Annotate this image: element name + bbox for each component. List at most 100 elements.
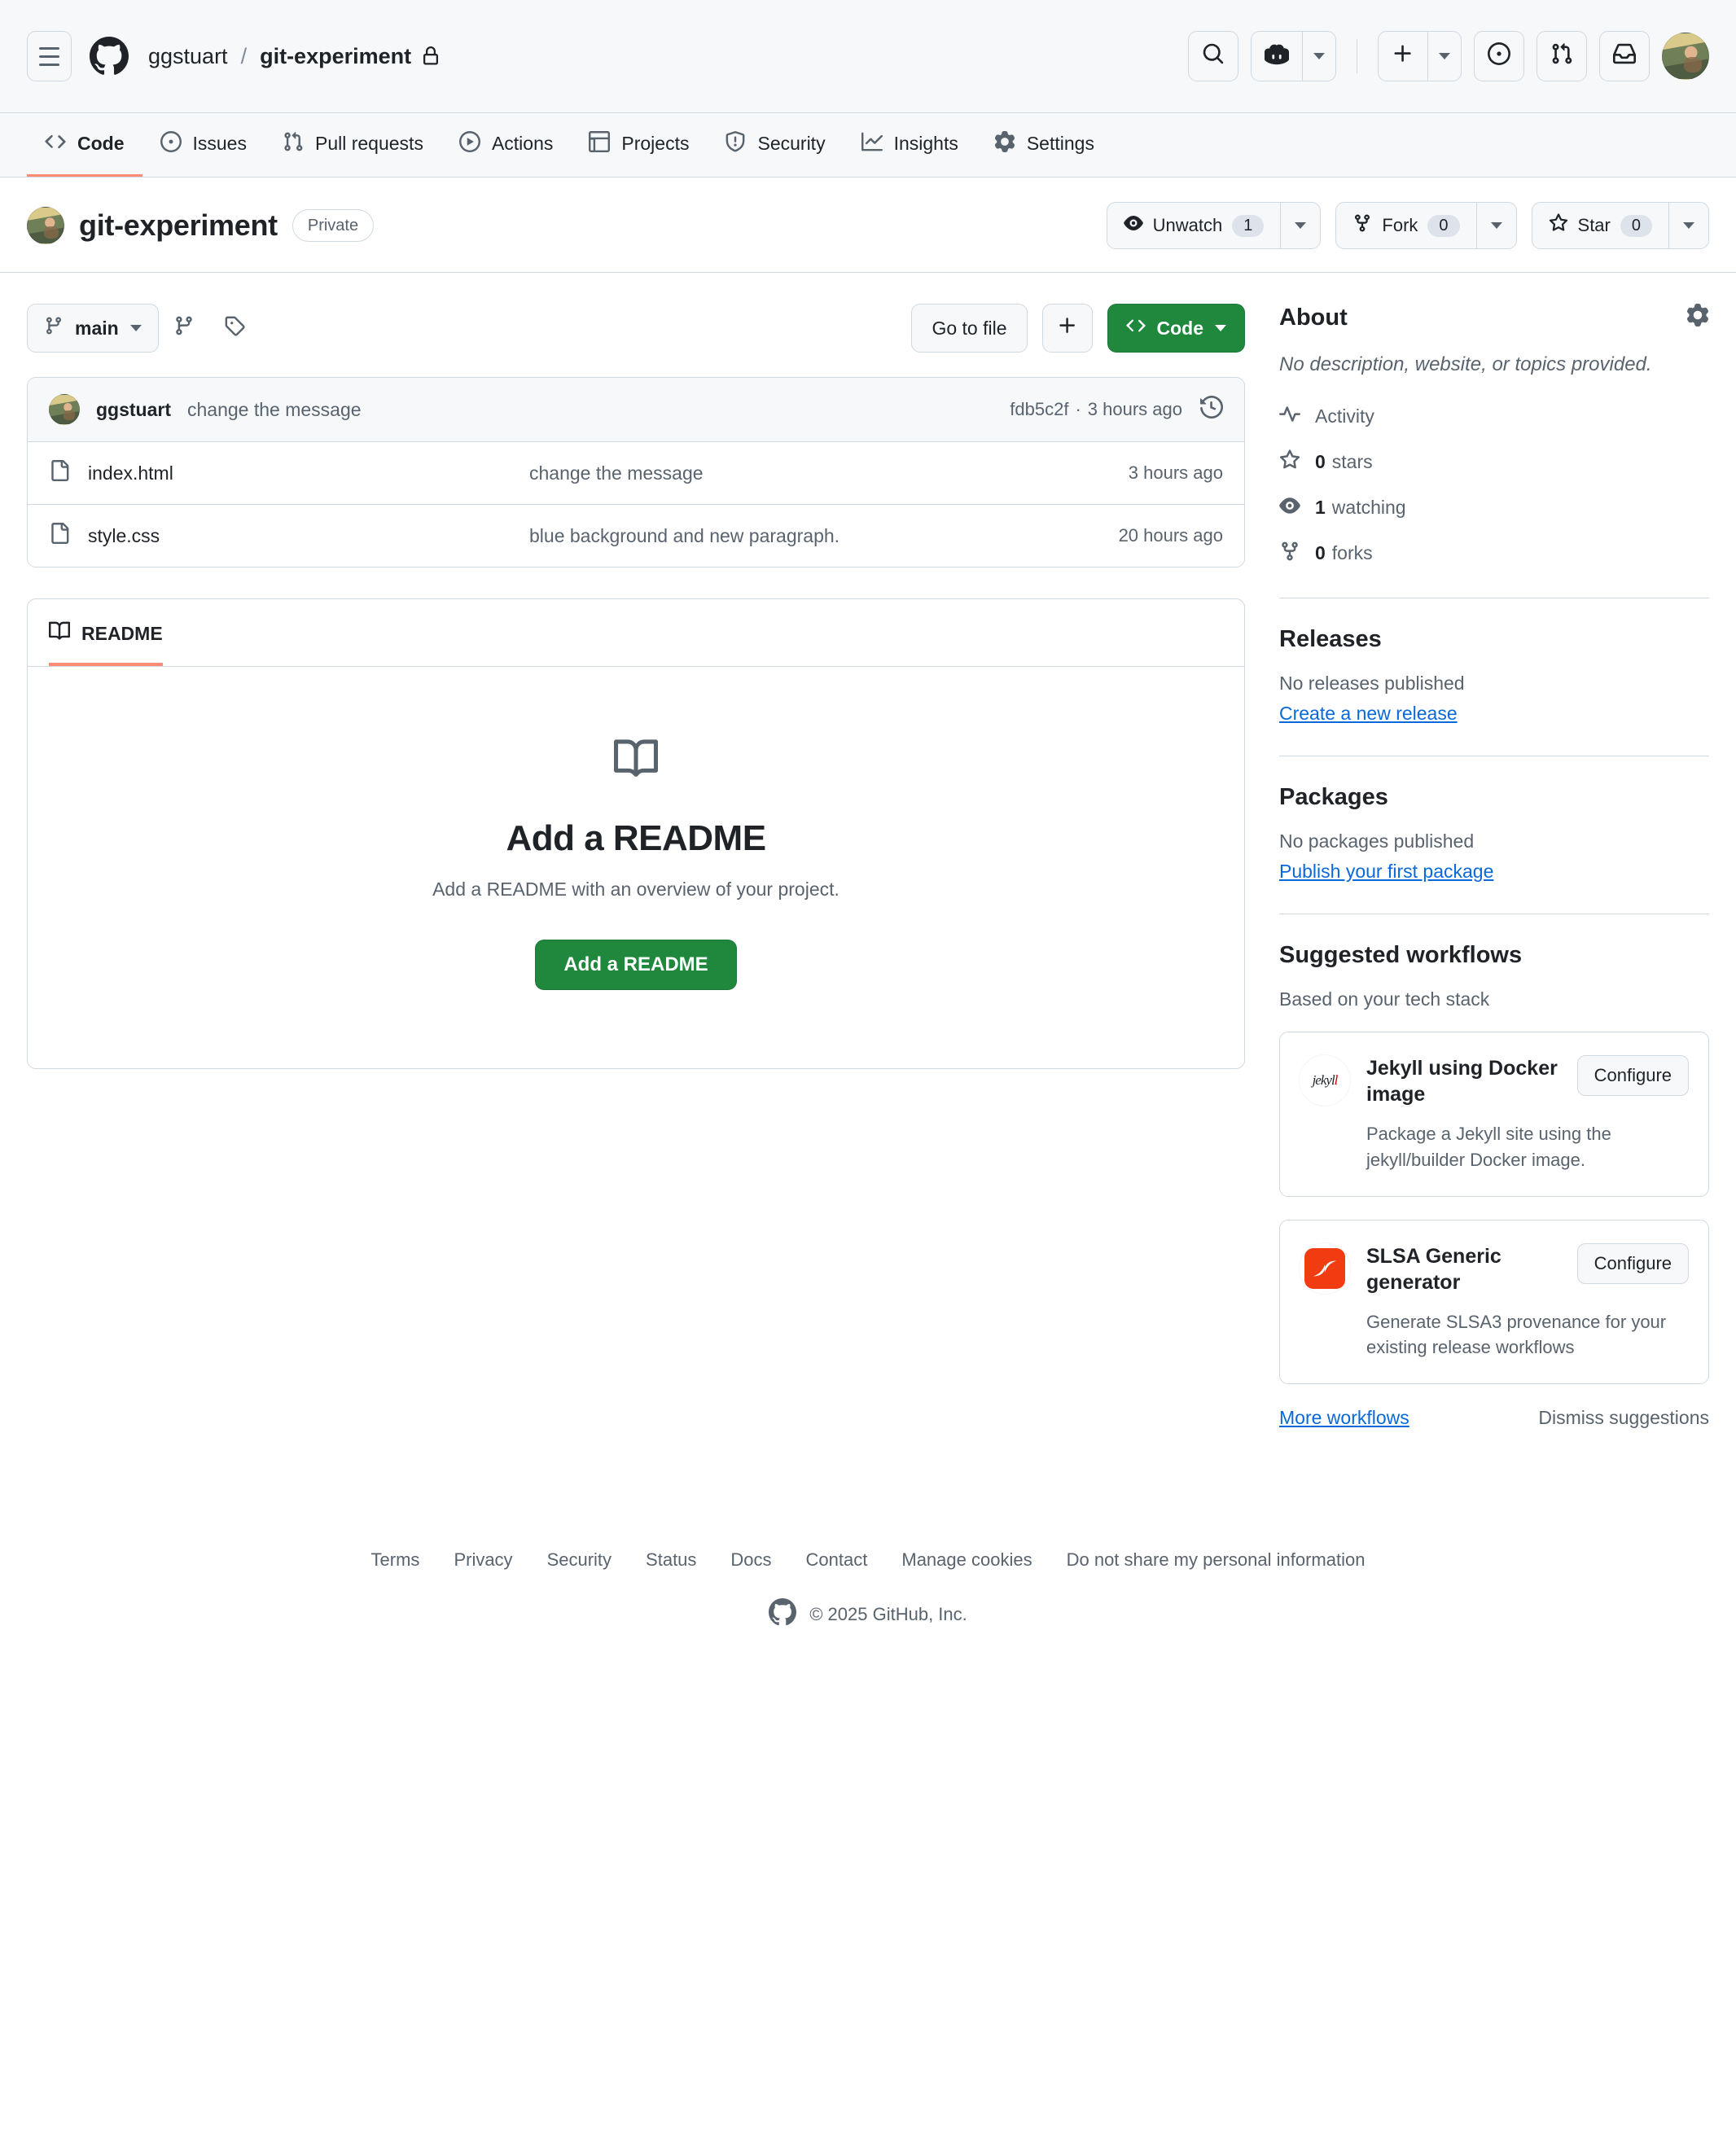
configure-button[interactable]: Configure xyxy=(1576,1242,1689,1284)
stars-link[interactable]: 0 stars xyxy=(1279,449,1709,475)
footer-link-docs[interactable]: Docs xyxy=(730,1549,771,1571)
issue-opened-icon xyxy=(1488,42,1510,70)
workflow-card-body: SLSA Generic generator Configure Generat… xyxy=(1366,1242,1689,1361)
tab-pull-requests[interactable]: Pull requests xyxy=(265,113,441,177)
create-release-link[interactable]: Create a new release xyxy=(1279,703,1458,724)
footer-link-privacy[interactable]: Privacy xyxy=(454,1549,512,1571)
workflow-card-slsa[interactable]: SLSA Generic generator Configure Generat… xyxy=(1279,1219,1709,1385)
search-button[interactable] xyxy=(1188,31,1238,81)
jekyll-logo-icon: jekyll xyxy=(1300,1054,1350,1106)
user-avatar[interactable] xyxy=(1662,33,1709,80)
workflows-header: Suggested workflows xyxy=(1279,942,1709,969)
workflow-title[interactable]: Jekyll using Docker image xyxy=(1366,1055,1563,1108)
watch-count: 1 xyxy=(1232,214,1265,237)
hamburger-menu-button[interactable] xyxy=(27,31,72,81)
stars-label: stars xyxy=(1331,451,1373,473)
footer-link-manage-cookies[interactable]: Manage cookies xyxy=(901,1549,1032,1571)
add-file-button[interactable] xyxy=(1041,304,1093,353)
star-button-group[interactable]: Star 0 xyxy=(1531,202,1709,249)
fork-button[interactable]: Fork 0 xyxy=(1336,203,1475,248)
footer-link-terms[interactable]: Terms xyxy=(371,1549,420,1571)
star-dropdown-button[interactable] xyxy=(1668,203,1708,248)
unwatch-button[interactable]: Unwatch 1 xyxy=(1107,203,1281,248)
releases-empty-text: No releases published xyxy=(1279,672,1465,694)
gear-icon[interactable] xyxy=(1686,304,1709,331)
footer-link-contact[interactable]: Contact xyxy=(806,1549,868,1571)
breadcrumb-repo[interactable]: git-experiment xyxy=(260,44,411,69)
watch-dropdown-button[interactable] xyxy=(1280,203,1320,248)
commit-sha[interactable]: fdb5c2f xyxy=(1010,399,1068,420)
workflows-title: Suggested workflows xyxy=(1279,941,1523,968)
copilot-dropdown-button[interactable] xyxy=(1302,32,1335,81)
stars-count: 0 xyxy=(1315,451,1326,473)
star-icon xyxy=(1549,213,1568,238)
tab-projects[interactable]: Projects xyxy=(571,113,707,177)
branches-button[interactable] xyxy=(159,315,209,341)
file-commit-message[interactable]: change the message xyxy=(529,462,1111,484)
table-row[interactable]: style.css blue background and new paragr… xyxy=(28,505,1244,567)
fork-dropdown-button[interactable] xyxy=(1475,203,1516,248)
tab-code[interactable]: Code xyxy=(27,113,142,177)
add-readme-button[interactable]: Add a README xyxy=(535,940,737,990)
tab-issues[interactable]: Issues xyxy=(142,113,265,177)
footer-link-status[interactable]: Status xyxy=(646,1549,696,1571)
pull-requests-button[interactable] xyxy=(1537,31,1587,81)
code-download-button[interactable]: Code xyxy=(1107,304,1245,353)
commit-author-name[interactable]: ggstuart xyxy=(96,399,171,421)
tab-insights[interactable]: Insights xyxy=(844,113,976,177)
configure-button[interactable]: Configure xyxy=(1576,1054,1689,1096)
readme-tabbar: README xyxy=(28,599,1244,667)
commit-author-avatar[interactable] xyxy=(49,394,80,425)
tab-actions[interactable]: Actions xyxy=(441,113,571,177)
search-icon xyxy=(1202,42,1225,70)
about-title: About xyxy=(1279,304,1348,331)
watch-button-group[interactable]: Unwatch 1 xyxy=(1106,202,1322,249)
create-new-split-button[interactable] xyxy=(1378,31,1462,81)
code-icon xyxy=(45,131,66,157)
chevron-down-icon xyxy=(1683,222,1694,229)
table-row[interactable]: index.html change the message 3 hours ag… xyxy=(28,442,1244,505)
file-commit-message[interactable]: blue background and new paragraph. xyxy=(529,525,1101,547)
file-toolbar: main Go to file Code xyxy=(27,304,1245,353)
github-logo-icon[interactable] xyxy=(90,37,129,76)
workflow-card-jekyll[interactable]: jekyll Jekyll using Docker image Configu… xyxy=(1279,1031,1709,1197)
breadcrumb-owner[interactable]: ggstuart xyxy=(148,44,228,69)
breadcrumb-separator: / xyxy=(240,43,248,68)
tab-readme[interactable]: README xyxy=(49,620,163,666)
workflow-title[interactable]: SLSA Generic generator xyxy=(1366,1243,1563,1296)
go-to-file-button[interactable]: Go to file xyxy=(911,304,1028,353)
tags-button[interactable] xyxy=(209,315,260,341)
footer-link-do-not-share[interactable]: Do not share my personal information xyxy=(1067,1549,1366,1571)
file-name[interactable]: style.css xyxy=(88,525,511,547)
footer-link-security[interactable]: Security xyxy=(547,1549,612,1571)
more-workflows-link[interactable]: More workflows xyxy=(1279,1407,1409,1429)
copilot-split-button[interactable] xyxy=(1251,31,1336,81)
plus-icon xyxy=(1057,315,1078,341)
copilot-button[interactable] xyxy=(1252,32,1302,81)
history-icon[interactable] xyxy=(1200,395,1224,423)
forks-link[interactable]: 0 forks xyxy=(1279,541,1709,567)
watching-link[interactable]: 1 watching xyxy=(1279,495,1709,521)
fork-button-group[interactable]: Fork 0 xyxy=(1335,202,1517,249)
table-icon xyxy=(589,130,611,157)
chevron-down-icon xyxy=(1490,222,1502,229)
star-button[interactable]: Star 0 xyxy=(1532,203,1668,248)
branch-selector-button[interactable]: main xyxy=(27,304,159,353)
commit-message[interactable]: change the message xyxy=(187,399,362,421)
workflow-description: Generate SLSA3 provenance for your exist… xyxy=(1366,1311,1667,1358)
tab-security[interactable]: Security xyxy=(707,113,843,177)
page-title[interactable]: git-experiment xyxy=(79,208,278,243)
slsa-mark xyxy=(1304,1247,1345,1289)
file-list-box: ggstuart change the message fdb5c2f · 3 … xyxy=(27,377,1245,567)
file-name[interactable]: index.html xyxy=(88,462,511,484)
issues-button[interactable] xyxy=(1474,31,1524,81)
activity-link[interactable]: Activity xyxy=(1279,404,1709,430)
publish-package-link[interactable]: Publish your first package xyxy=(1279,861,1493,882)
owner-avatar[interactable] xyxy=(27,207,64,244)
notifications-inbox-button[interactable] xyxy=(1599,31,1650,81)
github-logo-icon xyxy=(769,1598,797,1631)
tab-settings[interactable]: Settings xyxy=(976,113,1112,177)
create-new-dropdown-button[interactable] xyxy=(1427,32,1461,81)
create-new-button[interactable] xyxy=(1379,32,1427,81)
dismiss-suggestions-button[interactable]: Dismiss suggestions xyxy=(1538,1407,1709,1429)
